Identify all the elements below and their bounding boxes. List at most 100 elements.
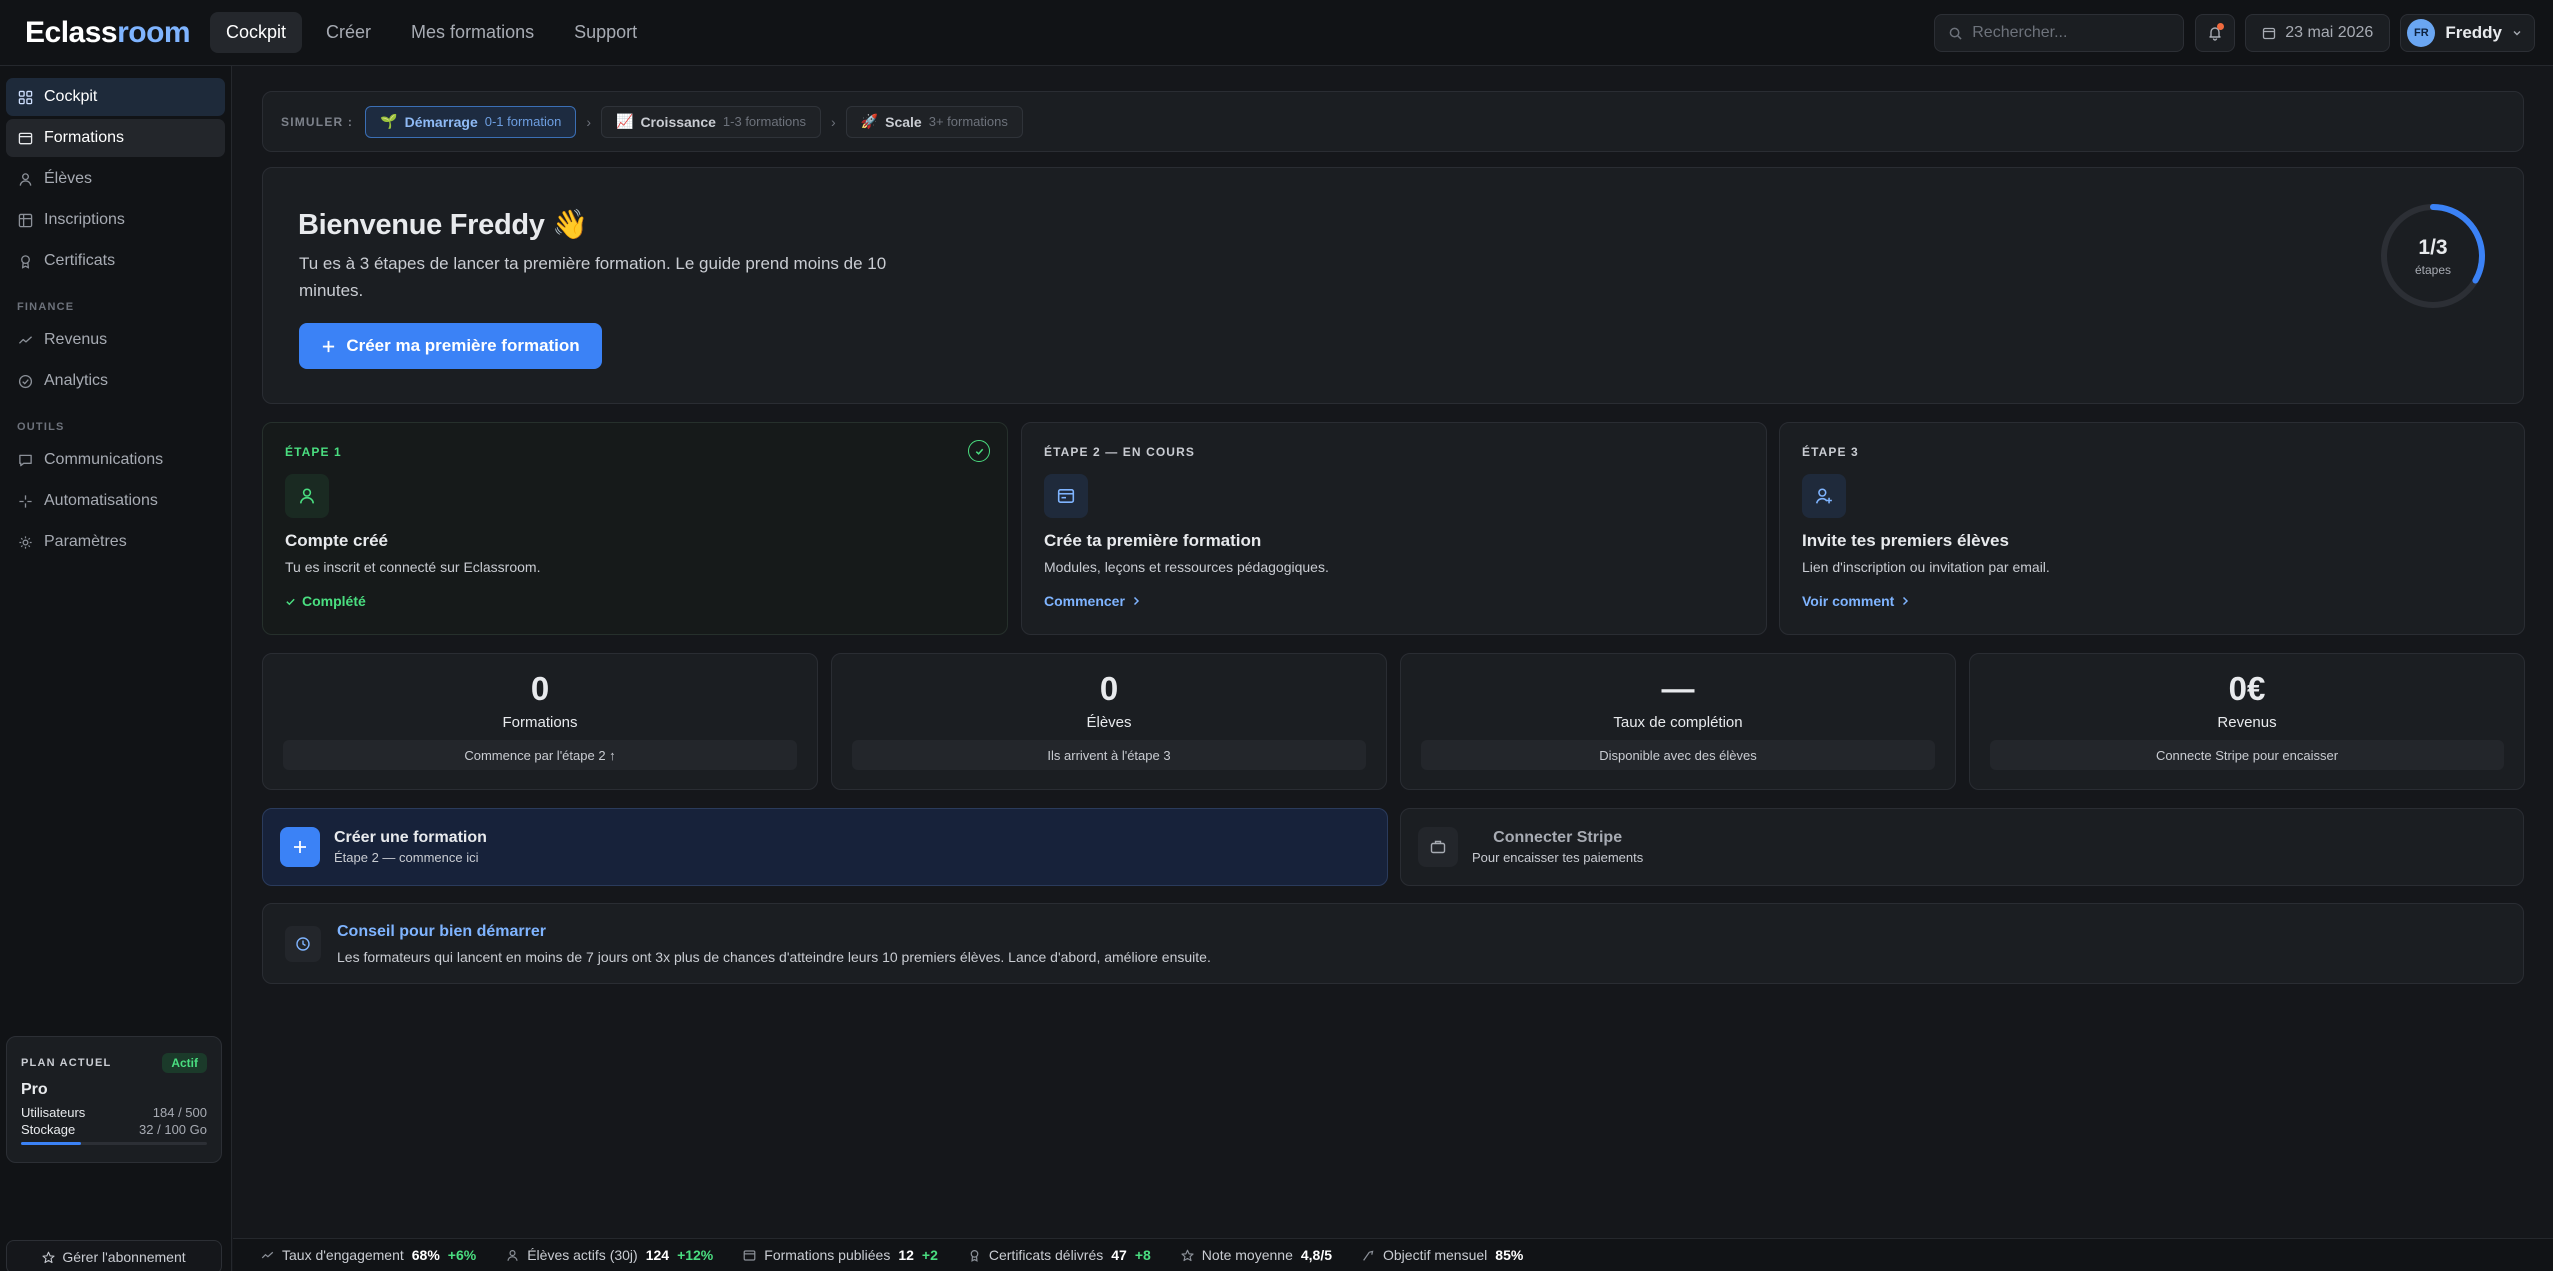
step-action-link[interactable]: Voir comment xyxy=(1802,593,1910,609)
stat-hint: Connecte Stripe pour encaisser xyxy=(1990,740,2504,770)
sidebar-item-communications[interactable]: Communications xyxy=(6,441,225,479)
simulate-bar: SIMULER : 🌱 Démarrage 0-1 formation › 📈 … xyxy=(262,91,2524,152)
kpi-delta: +12% xyxy=(677,1247,714,1263)
manage-subscription-button[interactable]: Gérer l'abonnement xyxy=(6,1240,222,1271)
kpi-label: Note moyenne xyxy=(1201,1247,1293,1263)
sidebar-item-certificats[interactable]: Certificats xyxy=(6,242,225,280)
user-menu[interactable]: FR Freddy xyxy=(2400,14,2535,52)
step-action-label: Voir comment xyxy=(1802,593,1895,609)
sidebar-item-label: Communications xyxy=(44,451,164,468)
user-icon xyxy=(507,1249,518,1261)
sidebar: Cockpit Formations Élèves Inscriptions C… xyxy=(0,66,232,1271)
search-box[interactable] xyxy=(1934,14,2185,52)
kpi-engagement: Taux d'engagement 68% +6% xyxy=(261,1247,476,1263)
briefcase-icon xyxy=(1418,827,1458,867)
step-status: Complété xyxy=(285,593,366,609)
brand-logo-part1: Eclass xyxy=(25,15,118,49)
sidebar-item-inscriptions[interactable]: Inscriptions xyxy=(6,201,225,239)
notifications-button[interactable] xyxy=(2195,14,2236,52)
connect-stripe-action[interactable]: Connecter Stripe Pour encaisser tes paie… xyxy=(1400,808,2524,886)
sidebar-item-cockpit[interactable]: Cockpit xyxy=(6,78,225,116)
award-icon xyxy=(970,1249,979,1262)
check-circle-icon xyxy=(968,440,990,462)
create-first-course-button[interactable]: Créer ma première formation xyxy=(299,323,602,369)
chevron-right-icon xyxy=(1903,596,1909,606)
sidebar-item-label: Formations xyxy=(44,129,125,146)
simulate-label: SIMULER : xyxy=(281,114,354,129)
plan-name: Pro xyxy=(21,1081,48,1098)
sidebar-item-label: Automatisations xyxy=(44,492,158,509)
kpi-active-students: Élèves actifs (30j) 124 +12% xyxy=(506,1247,713,1263)
kpi-value: 12 xyxy=(898,1247,914,1263)
kpi-value: 68% xyxy=(411,1247,440,1263)
kpi-delta: +6% xyxy=(447,1247,477,1263)
step-card-1: ÉTAPE 1 Compte créé Tu es inscrit et con… xyxy=(262,422,1008,635)
quick-action-title: Connecter Stripe xyxy=(1493,829,1623,846)
plan-storage-value: 32 / 100 Go xyxy=(139,1122,207,1137)
step-title: Invite tes premiers élèves xyxy=(1802,531,2009,550)
topnav-mes-formations[interactable]: Mes formations xyxy=(395,12,550,53)
tip-title[interactable]: Conseil pour bien démarrer xyxy=(337,923,1211,941)
rocket-icon: 🚀 xyxy=(860,113,879,129)
user-name: Freddy xyxy=(2445,23,2502,42)
simulate-option-title: Démarrage xyxy=(404,113,478,130)
storage-progress-fill xyxy=(21,1142,81,1145)
plan-users-row: Utilisateurs 184 / 500 xyxy=(21,1105,207,1120)
sidebar-item-revenus[interactable]: Revenus xyxy=(6,321,225,359)
kpi-value: 47 xyxy=(1111,1247,1127,1263)
kpi-value: 4,8/5 xyxy=(1300,1247,1332,1263)
simulate-option-demarrage[interactable]: 🌱 Démarrage 0-1 formation xyxy=(365,105,577,138)
simulate-option-title: Scale xyxy=(885,113,922,130)
kpi-label: Certificats délivrés xyxy=(988,1247,1104,1263)
sidebar-section-outils: OUTILS xyxy=(17,421,65,433)
progress-value: 1/3 xyxy=(2418,235,2448,259)
kpi-value: 124 xyxy=(645,1247,670,1263)
stat-hint: Ils arrivent à l'étape 3 xyxy=(852,740,1366,770)
topnav-creer[interactable]: Créer xyxy=(310,12,387,53)
sparkle-icon xyxy=(19,494,32,508)
book-icon xyxy=(743,1249,756,1261)
plan-storage-row: Stockage 32 / 100 Go xyxy=(21,1122,207,1137)
sidebar-item-analytics[interactable]: Analytics xyxy=(6,362,225,400)
tip-text: Les formateurs qui lancent en moins de 7… xyxy=(337,948,1211,965)
plan-storage-label: Stockage xyxy=(21,1122,76,1137)
simulate-option-scale[interactable]: 🚀 Scale 3+ formations xyxy=(845,105,1023,138)
sidebar-item-formations[interactable]: Formations xyxy=(6,119,225,157)
user-icon xyxy=(19,172,32,186)
plan-users-value: 184 / 500 xyxy=(152,1105,207,1120)
sidebar-item-automatisations[interactable]: Automatisations xyxy=(6,482,225,520)
simulate-option-croissance[interactable]: 📈 Croissance 1-3 formations xyxy=(601,105,822,138)
step-description: Lien d'inscription ou invitation par ema… xyxy=(1802,559,2050,575)
topnav-cockpit[interactable]: Cockpit xyxy=(210,12,303,53)
step-description: Modules, leçons et ressources pédagogiqu… xyxy=(1044,559,1329,575)
user-icon xyxy=(285,474,329,518)
sidebar-item-parametres[interactable]: Paramètres xyxy=(6,523,225,561)
step-action-link[interactable]: Commencer xyxy=(1044,593,1141,609)
award-icon xyxy=(21,254,30,269)
star-icon xyxy=(42,1251,55,1263)
stat-label: Revenus xyxy=(2217,714,2277,731)
create-first-course-label: Créer ma première formation xyxy=(346,336,580,355)
table-icon xyxy=(18,213,33,227)
search-input[interactable] xyxy=(1972,24,2163,42)
kpi-monthly-goal: Objectif mensuel 85% xyxy=(1362,1247,1523,1263)
storage-progress-bar xyxy=(21,1142,207,1145)
steps-progress-ring: 1/3 étapes xyxy=(2379,202,2487,310)
date-picker[interactable]: 23 mai 2026 xyxy=(2245,14,2391,52)
step-tag: ÉTAPE 2 — EN COURS xyxy=(1044,445,1195,459)
check-circle-icon xyxy=(18,374,33,388)
topnav-support[interactable]: Support xyxy=(558,12,653,53)
chart-up-icon: 📈 xyxy=(616,113,634,129)
plan-card: PLAN ACTUEL Actif Pro Utilisateurs 184 /… xyxy=(6,1036,222,1163)
current-date: 23 mai 2026 xyxy=(2285,24,2374,41)
step-tag: ÉTAPE 3 xyxy=(1802,445,1859,459)
kpi-certificates: Certificats délivrés 47 +8 xyxy=(968,1247,1151,1263)
sidebar-item-eleves[interactable]: Élèves xyxy=(6,160,225,198)
sidebar-item-label: Élèves xyxy=(44,170,93,187)
quick-action-title: Créer une formation xyxy=(334,829,487,846)
stat-value: 0 xyxy=(1099,670,1119,707)
stat-value: — xyxy=(1661,670,1695,707)
sidebar-item-label: Inscriptions xyxy=(44,211,125,228)
create-course-action[interactable]: Créer une formation Étape 2 — commence i… xyxy=(262,808,1388,886)
brand-logo[interactable]: Eclassroom xyxy=(25,16,210,50)
